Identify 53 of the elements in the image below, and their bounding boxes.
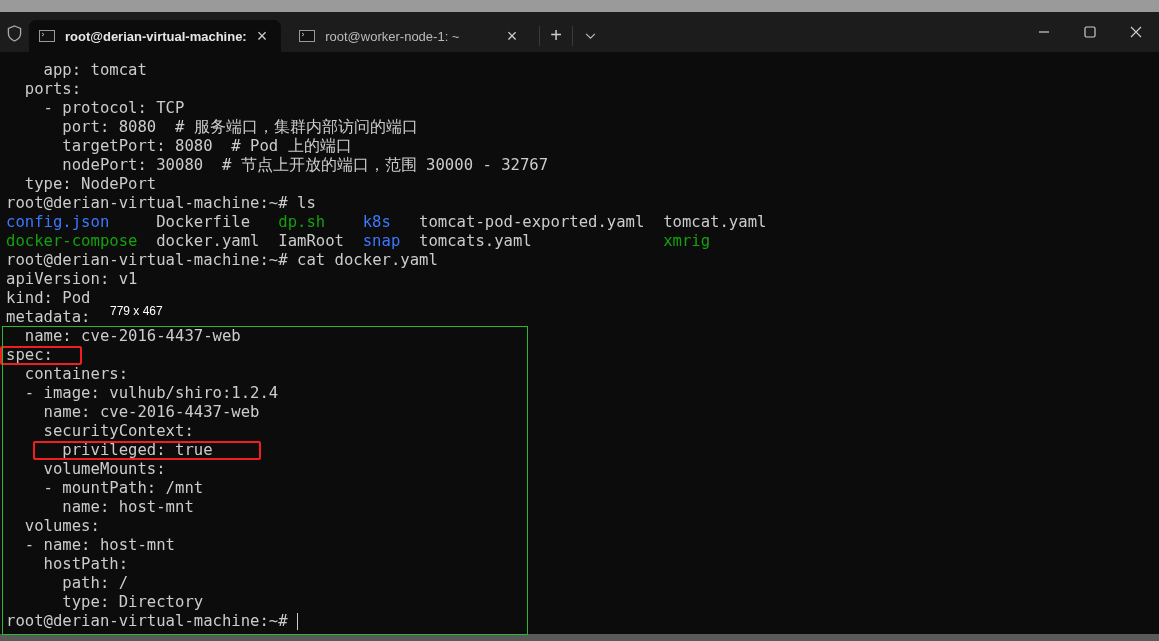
file-name: IamRoot bbox=[278, 232, 344, 251]
terminal-line: - image: vulhub/shiro:1.2.4 bbox=[23, 384, 279, 402]
terminal-line: path: / bbox=[61, 574, 129, 592]
file-name: tomcat.yaml bbox=[663, 213, 767, 232]
terminal-line: name: host-mnt bbox=[61, 498, 194, 516]
terminal-line: name: cve-2016-4437-web bbox=[23, 327, 241, 345]
close-tab-button[interactable]: × bbox=[256, 25, 268, 47]
terminal-line: volumeMounts: bbox=[42, 460, 166, 478]
terminal-line: spec: bbox=[6, 346, 53, 364]
terminal-icon bbox=[39, 30, 55, 42]
terminal-line: port: 8080 # 服务端口，集群内部访问的端口 bbox=[61, 118, 418, 136]
terminal-line: ports: bbox=[23, 80, 82, 98]
shield-icon bbox=[7, 25, 22, 42]
terminal-line: nodePort: 30080 # 节点上开放的端口，范围 30000 - 32767 bbox=[61, 156, 549, 174]
close-tab-button[interactable]: × bbox=[506, 25, 518, 47]
file-name: config.json bbox=[6, 213, 110, 232]
tab[interactable]: root@derian-virtual-machine: × bbox=[29, 20, 282, 52]
terminal-line: root@derian-virtual-machine:~# cat docker.yaml bbox=[6, 251, 438, 269]
terminal-line: root@derian-virtual-machine:~# ls bbox=[6, 194, 316, 212]
new-tab-button[interactable]: + bbox=[540, 20, 572, 52]
file-name: xmrig bbox=[663, 232, 711, 251]
file-name: snap bbox=[362, 232, 401, 251]
terminal-line: - name: host-mnt bbox=[23, 536, 175, 554]
terminal-line: volumes: bbox=[23, 517, 100, 535]
terminal-line: privileged: true bbox=[62, 441, 213, 459]
cursor bbox=[297, 613, 299, 630]
file-name: Dockerfile bbox=[156, 213, 251, 232]
maximize-icon[interactable] bbox=[1084, 26, 1096, 38]
file-name: tomcat-pod-exported.yaml bbox=[419, 213, 645, 232]
terminal-line: targetPort: 8080 # Pod 上的端口 bbox=[61, 137, 352, 155]
file-name: docker.yaml bbox=[156, 232, 260, 251]
chevron-down-icon[interactable] bbox=[584, 33, 596, 40]
terminal-line: hostPath: bbox=[42, 555, 129, 573]
terminal-line: root@derian-virtual-machine:~# bbox=[6, 612, 289, 630]
terminal-line: containers: bbox=[23, 365, 129, 383]
terminal-line: type: Directory bbox=[61, 593, 204, 611]
terminal-line: securityContext: bbox=[42, 422, 194, 440]
close-icon[interactable] bbox=[1130, 26, 1142, 38]
terminal-line: name: cve-2016-4437-web bbox=[42, 403, 260, 421]
file-name: tomcats.yaml bbox=[419, 232, 532, 251]
selection-size-label: 779 x 467 bbox=[110, 304, 163, 318]
terminal-line: app: tomcat bbox=[42, 61, 147, 79]
terminal-line: apiVersion: v1 bbox=[6, 270, 138, 288]
terminal-line: kind: Pod bbox=[6, 289, 91, 307]
file-name: dp.sh bbox=[278, 213, 326, 232]
terminal-line: type: NodePort bbox=[23, 175, 157, 193]
tab[interactable]: root@worker-node-1: ~ × bbox=[289, 20, 532, 52]
terminal-line: - protocol: TCP bbox=[42, 99, 185, 117]
terminal-line: metadata: bbox=[6, 308, 91, 326]
file-name: k8s bbox=[362, 213, 391, 232]
terminal-icon bbox=[299, 30, 316, 42]
terminal-line: - mountPath: /mnt bbox=[42, 479, 204, 497]
file-name: docker-compose bbox=[6, 232, 138, 251]
